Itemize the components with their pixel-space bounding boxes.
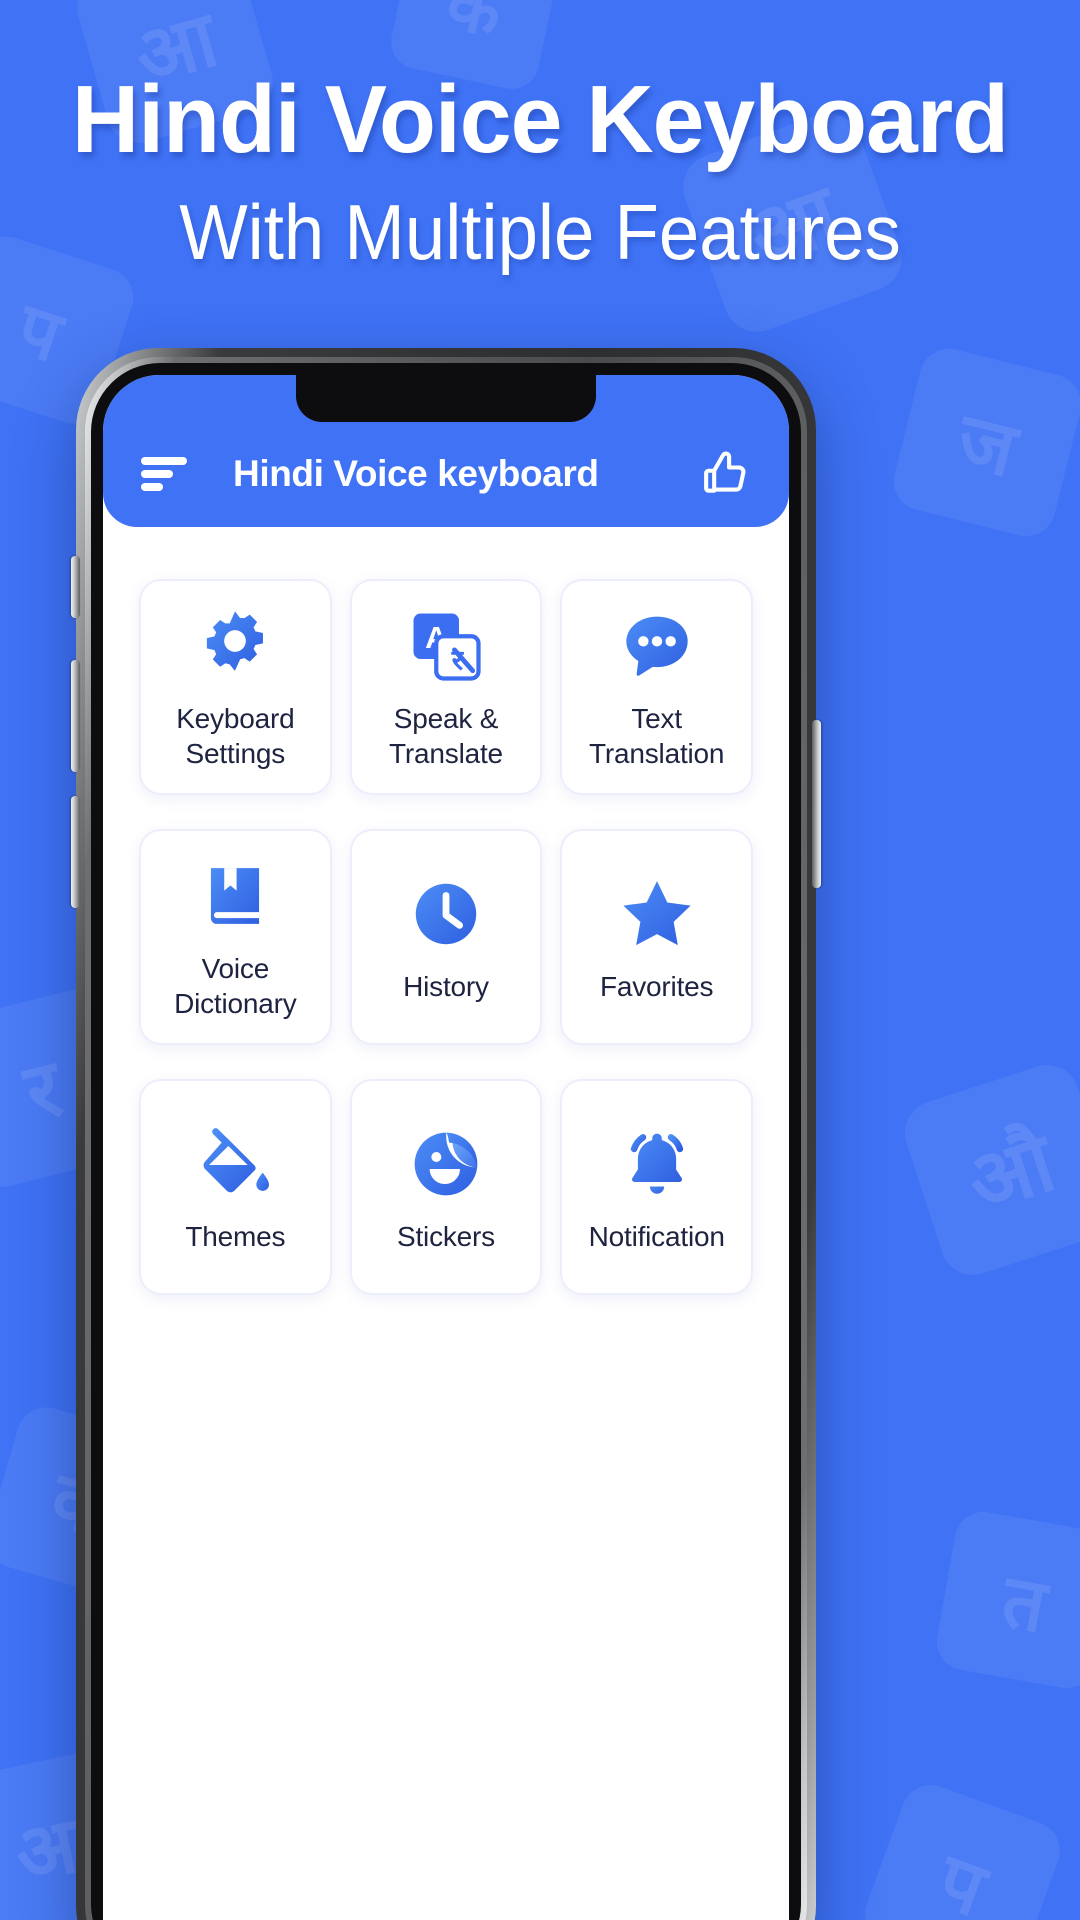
grid-item-label: Voice Dictionary [174, 953, 297, 1019]
grid-item-label: Notification [588, 1220, 725, 1252]
grid-item-label: Stickers [397, 1220, 495, 1252]
grid-item-speak-translate[interactable]: A र Speak & Translate [349, 579, 543, 795]
phone-mockup: Hindi Voice keyboard Keyboard Settings A… [71, 348, 821, 1920]
grid-item-label: Favorites [599, 970, 714, 1002]
grid-item-label: Keyboard Settings [176, 703, 295, 769]
gear-icon [195, 603, 275, 689]
hero-section: Hindi Voice Keyboard With Multiple Featu… [0, 0, 1080, 278]
thumbs-up-icon[interactable] [699, 448, 751, 500]
watermark-tile: औ [896, 1056, 1080, 1284]
volume-up-button[interactable] [71, 660, 80, 772]
grid-item-themes[interactable]: Themes [139, 1079, 332, 1295]
grid-item-label: Themes [185, 1220, 286, 1252]
grid-item-notification[interactable]: Notification [560, 1079, 753, 1295]
watermark-tile: ज [887, 342, 1080, 543]
translate-icon: A र [407, 603, 485, 689]
grid-item-label: Text Translation [589, 703, 725, 769]
watermark-tile: त [932, 1507, 1080, 1693]
paint-bucket-icon [195, 1121, 275, 1207]
grid-item-keyboard-settings[interactable]: Keyboard Settings [139, 579, 332, 795]
phone-screen: Hindi Voice keyboard Keyboard Settings A… [103, 375, 789, 1920]
watermark-tile: प [856, 1776, 1069, 1920]
grid-item-favorites[interactable]: Favorites [560, 829, 753, 1045]
page-title: Hindi Voice Keyboard [71, 66, 1009, 173]
grid-item-label: History [403, 970, 489, 1002]
app-title: Hindi Voice keyboard [233, 453, 599, 494]
power-button[interactable] [812, 720, 821, 888]
smiley-sticker-icon [406, 1121, 486, 1207]
bell-icon [616, 1121, 698, 1207]
clock-icon [407, 871, 485, 957]
grid-item-history[interactable]: History [349, 829, 543, 1045]
grid-item-stickers[interactable]: Stickers [349, 1079, 543, 1295]
grid-item-label: Speak & Translate [389, 703, 503, 769]
volume-down-button[interactable] [71, 796, 80, 908]
page-subtitle: With Multiple Features [179, 187, 901, 276]
silent-switch-button[interactable] [71, 556, 80, 618]
star-icon [615, 871, 699, 957]
grid-item-voice-dictionary[interactable]: Voice Dictionary [139, 829, 332, 1045]
phone-notch [296, 375, 596, 422]
grid-item-text-translation[interactable]: Text Translation [560, 579, 753, 795]
hamburger-menu-icon[interactable] [141, 457, 187, 491]
speech-bubble-dots-icon [617, 603, 697, 689]
book-icon [197, 853, 273, 939]
feature-grid: Keyboard Settings A र Speak & Translate [103, 527, 789, 1295]
